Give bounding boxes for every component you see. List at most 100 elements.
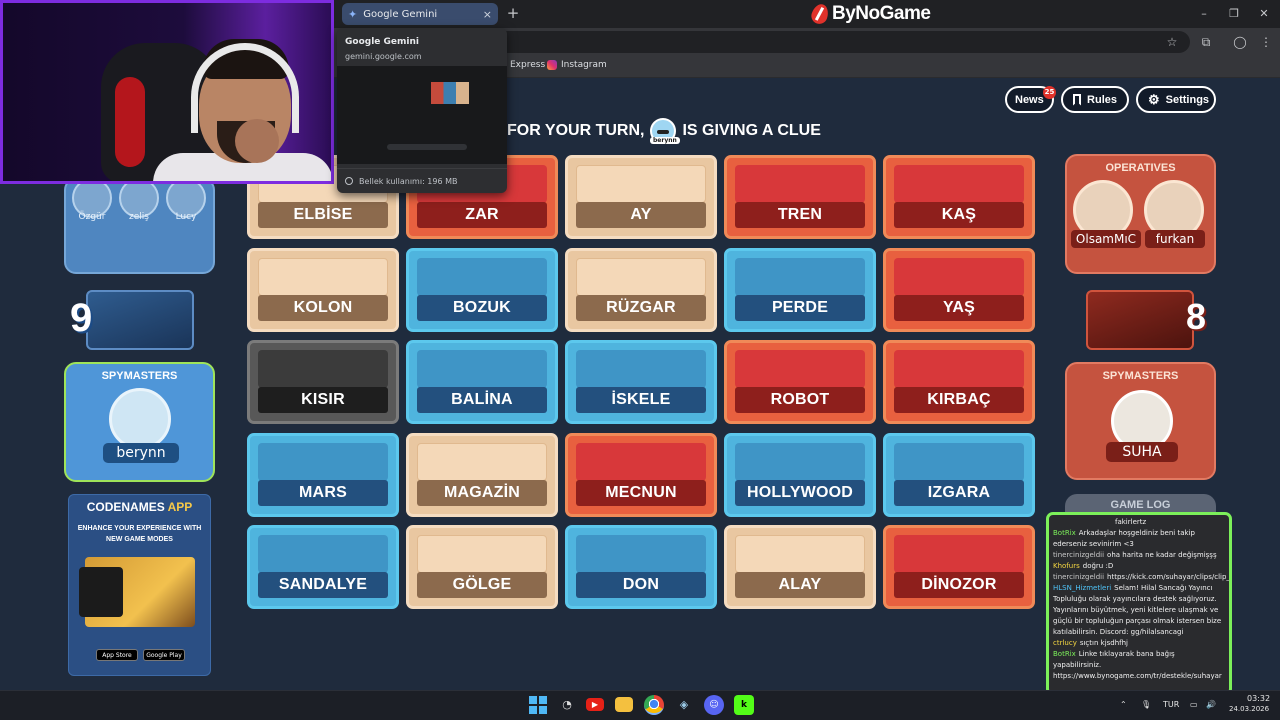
card-word: KIRBAÇ	[894, 387, 1024, 413]
clock-date[interactable]: 24.03.2026	[1229, 705, 1269, 713]
word-card[interactable]: MAGAZİN	[406, 432, 558, 517]
card-face	[576, 535, 706, 573]
speedometer-icon[interactable]: ◔	[557, 695, 577, 715]
bookmark-express[interactable]: Express	[510, 60, 545, 70]
word-card[interactable]: TREN	[724, 155, 876, 239]
word-card[interactable]: RÜZGAR	[565, 247, 717, 332]
operative-name: Özgür	[78, 212, 106, 222]
card-face	[576, 442, 706, 481]
word-card[interactable]: YAŞ	[883, 247, 1035, 332]
hover-card-title: Google Gemini	[345, 37, 419, 47]
ad-artwork	[79, 557, 195, 627]
word-card[interactable]: BALİNA	[406, 340, 558, 424]
card-face	[735, 442, 865, 481]
tab-google-gemini[interactable]: ✦ Google Gemini ×	[342, 3, 498, 25]
codenames-app-ad[interactable]: CODENAMES APP ENHANCE YOUR EXPERIENCE WI…	[68, 494, 211, 676]
tab-close-icon[interactable]: ×	[483, 8, 492, 21]
card-word: IZGARA	[894, 479, 1024, 506]
chat-username: tinercinizgeldii	[1053, 573, 1105, 581]
card-word: MARS	[258, 479, 388, 506]
chat-message: BotRix Arkadaşlar hoşgeldiniz beni takip …	[1053, 528, 1225, 550]
chat-username: HLSN_Hizmetleri	[1053, 584, 1112, 592]
word-card[interactable]: KIRBAÇ	[883, 340, 1035, 424]
word-card[interactable]: KISIR	[247, 340, 399, 424]
blue-remaining: 9	[70, 290, 194, 350]
app-cube-icon[interactable]: ◈	[674, 695, 694, 715]
word-card[interactable]: SANDALYE	[247, 525, 399, 609]
card-word: BOZUK	[417, 294, 547, 321]
chat-message: HLSN_Hizmetleri Selam! Hilal Sancağı Yayı…	[1053, 583, 1225, 638]
word-card[interactable]: HOLLYWOOD	[724, 432, 876, 517]
file-explorer-icon[interactable]	[615, 697, 633, 712]
app-store-badge[interactable]: App Store	[96, 649, 138, 661]
card-face	[417, 257, 547, 296]
discord-icon[interactable]: ☺	[704, 695, 724, 715]
word-card[interactable]: KOLON	[247, 247, 399, 332]
word-card[interactable]: MARS	[247, 432, 399, 517]
word-card[interactable]: KAŞ	[883, 155, 1035, 239]
red-spymasters-panel: SPYMASTERS SUHA	[1065, 362, 1216, 480]
card-word: TREN	[735, 202, 865, 228]
new-tab-button[interactable]: +	[505, 5, 521, 21]
word-card[interactable]: AY	[565, 155, 717, 239]
card-face	[894, 442, 1024, 481]
hover-card-preview	[337, 66, 507, 164]
red-operatives-panel: OPERATIVES OlsamMıC furkan	[1065, 154, 1216, 274]
maximize-button[interactable]: ❐	[1226, 6, 1242, 22]
windows-start-icon[interactable]	[528, 695, 548, 715]
menu-icon[interactable]: ⋮	[1258, 34, 1274, 50]
word-card[interactable]: DON	[565, 525, 717, 609]
tray-chevron-icon[interactable]: ⌃	[1120, 700, 1127, 709]
memory-gauge-icon	[345, 177, 353, 185]
extensions-icon[interactable]: ⧉	[1198, 34, 1214, 50]
microphone-icon[interactable]: 🎙	[1141, 700, 1151, 709]
chat-text: Linke tıklayarak bana bağış yapabilirsin…	[1053, 650, 1222, 680]
bookmark-icon	[1073, 93, 1082, 106]
card-word: MECNUN	[576, 479, 706, 506]
word-card[interactable]: PERDE	[724, 247, 876, 332]
volume-icon[interactable]: 🔊	[1206, 700, 1216, 709]
word-card[interactable]: GÖLGE	[406, 525, 558, 609]
ad-title: CODENAMES APP	[69, 500, 210, 514]
operative-name: furkan	[1145, 230, 1205, 248]
chat-text: https://kick.com/suhayar/clips/clip_01KM	[1107, 573, 1230, 581]
card-face	[417, 350, 547, 388]
operative-name: OlsamMıC	[1071, 230, 1141, 248]
settings-button[interactable]: ⚙ Settings	[1136, 86, 1216, 113]
profile-icon[interactable]: ◯	[1232, 34, 1248, 50]
word-card[interactable]: MECNUN	[565, 432, 717, 517]
bookmark-star-icon[interactable]: ☆	[1164, 34, 1180, 50]
card-word: ELBİSE	[258, 202, 388, 228]
rules-button[interactable]: Rules	[1061, 86, 1129, 113]
close-window-button[interactable]: ✕	[1256, 6, 1272, 22]
chat-username: BotRix	[1053, 529, 1076, 537]
card-face	[894, 350, 1024, 388]
chat-username: BotRix	[1053, 650, 1076, 658]
ad-subtitle: ENHANCE YOUR EXPERIENCE WITH NEW GAME MO…	[77, 525, 202, 543]
streamer-webcam	[0, 0, 334, 184]
chrome-icon[interactable]	[644, 695, 664, 715]
card-word: KAŞ	[894, 202, 1024, 228]
minimize-button[interactable]: –	[1196, 6, 1212, 22]
card-word: GÖLGE	[417, 572, 547, 598]
card-face	[417, 535, 547, 573]
network-icon[interactable]: ▭	[1190, 700, 1198, 709]
news-label: News	[1015, 93, 1044, 106]
input-language[interactable]: TUR	[1163, 700, 1179, 709]
youtube-icon[interactable]: ▶	[586, 698, 604, 711]
kick-icon[interactable]: k	[734, 695, 754, 715]
card-word: SANDALYE	[258, 572, 388, 598]
word-card[interactable]: DİNOZOR	[883, 525, 1035, 609]
spymaster-name: SUHA	[1106, 442, 1178, 462]
memory-text: Bellek kullanımı: 196 MB	[359, 177, 458, 186]
word-card[interactable]: IZGARA	[883, 432, 1035, 517]
word-card[interactable]: ALAY	[724, 525, 876, 609]
word-card[interactable]: İSKELE	[565, 340, 717, 424]
clock-time[interactable]: 03:32	[1247, 694, 1270, 703]
chat-text: fakirlertz	[1115, 518, 1147, 526]
google-play-badge[interactable]: Google Play	[143, 649, 185, 661]
word-card[interactable]: BOZUK	[406, 247, 558, 332]
word-card[interactable]: ROBOT	[724, 340, 876, 424]
ad-title-accent: APP	[167, 500, 193, 514]
bookmark-instagram[interactable]: Instagram	[547, 60, 607, 70]
